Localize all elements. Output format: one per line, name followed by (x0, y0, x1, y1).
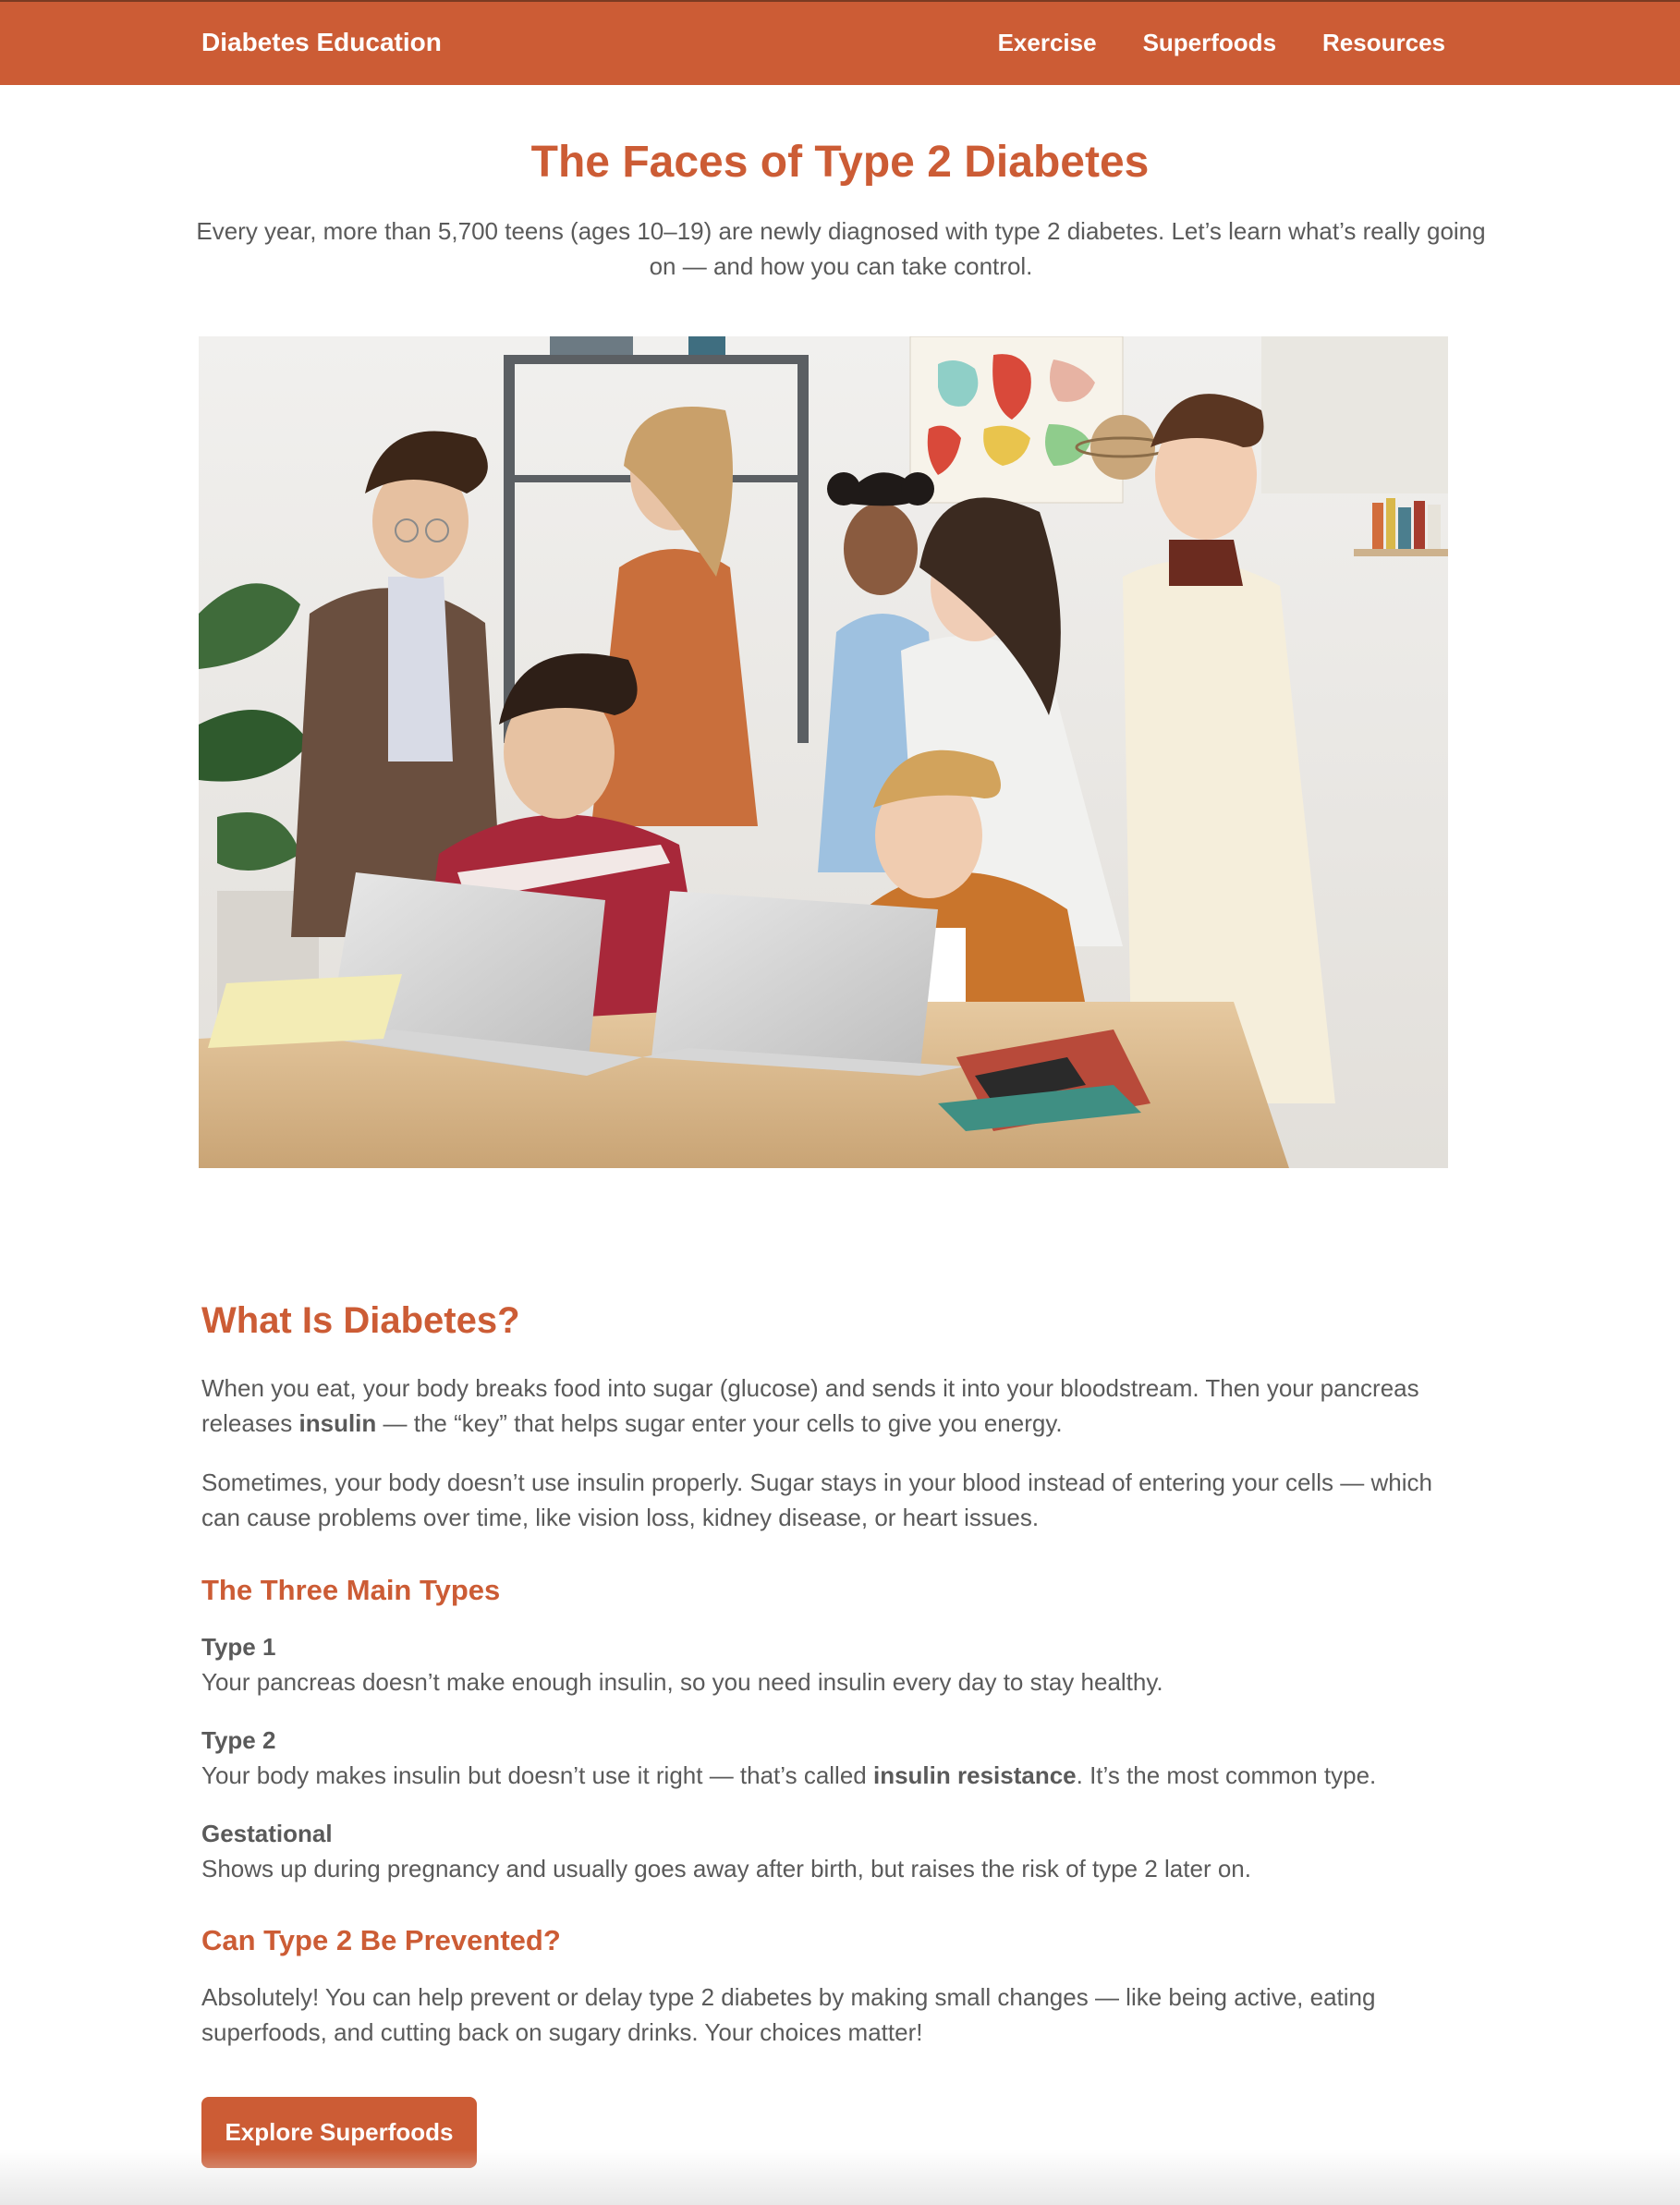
what-is-diabetes-section: What Is Diabetes? (201, 1300, 1477, 1342)
nav-link-resources[interactable]: Resources (1322, 29, 1445, 57)
gestational-name: Gestational (201, 1820, 333, 1847)
hero-subtitle-line2: on — and how you can take control. (649, 252, 1033, 280)
what-is-paragraph-2: Sometimes, your body doesn’t use insulin… (201, 1468, 1432, 1531)
prevent-heading-block: Can Type 2 Be Prevented? (201, 1924, 1477, 1957)
type-2-block: Type 2 Your body makes insulin but doesn… (201, 1723, 1477, 1793)
top-navbar: Diabetes Education Exercise Superfoods R… (0, 0, 1680, 85)
insulin-resistance-term: insulin resistance (872, 1761, 1077, 1789)
type-1-name: Type 1 (201, 1633, 276, 1661)
prevent-text: Absolutely! You can help prevent or dela… (201, 1983, 1376, 2046)
type-1-desc: Your pancreas doesn’t make enough insuli… (201, 1668, 1163, 1696)
type-2-desc-a: Your body makes insulin but doesn’t use … (201, 1761, 873, 1789)
types-heading: The Three Main Types (201, 1574, 501, 1606)
type-2-desc-b: . It’s the most common type. (1076, 1761, 1377, 1789)
type-1-block: Type 1 Your pancreas doesn’t make enough… (201, 1629, 1477, 1699)
nav-link-exercise[interactable]: Exercise (998, 29, 1097, 57)
nav-link-superfoods[interactable]: Superfoods (1143, 29, 1276, 57)
types-heading-block: The Three Main Types (201, 1574, 1477, 1607)
hero-subtitle-line1: Every year, more than 5,700 teens (ages … (196, 217, 1486, 245)
what-is-p1-text-b: — the “key” that helps sugar enter your … (376, 1409, 1063, 1437)
what-is-p1-block: When you eat, your body breaks food into… (201, 1371, 1477, 1441)
hero-image-students-laptops (199, 336, 1448, 1168)
what-is-diabetes-heading: What Is Diabetes? (201, 1300, 520, 1341)
what-is-paragraph-1: When you eat, your body breaks food into… (201, 1371, 1477, 1441)
gestational-desc: Shows up during pregnancy and usually go… (201, 1855, 1251, 1882)
type-2-desc: Your body makes insulin but doesn’t use … (201, 1758, 1477, 1793)
hero-image-illustration (199, 336, 1448, 1168)
insulin-term: insulin (298, 1409, 377, 1437)
page-title: The Faces of Type 2 Diabetes (530, 138, 1150, 187)
brand-link[interactable]: Diabetes Education (201, 28, 442, 57)
what-is-p2-block: Sometimes, your body doesn’t use insulin… (201, 1465, 1477, 1535)
prevent-text-block: Absolutely! You can help prevent or dela… (201, 1980, 1477, 2050)
hero-subtitle: Every year, more than 5,700 teens (ages … (194, 213, 1488, 284)
prevent-heading: Can Type 2 Be Prevented? (201, 1924, 561, 1956)
nav-links: Exercise Superfoods Resources (998, 29, 1445, 57)
explore-superfoods-button[interactable]: Explore Superfoods (201, 2097, 477, 2168)
type-2-name: Type 2 (201, 1726, 276, 1754)
type-gestational-block: Gestational Shows up during pregnancy an… (201, 1816, 1477, 1886)
